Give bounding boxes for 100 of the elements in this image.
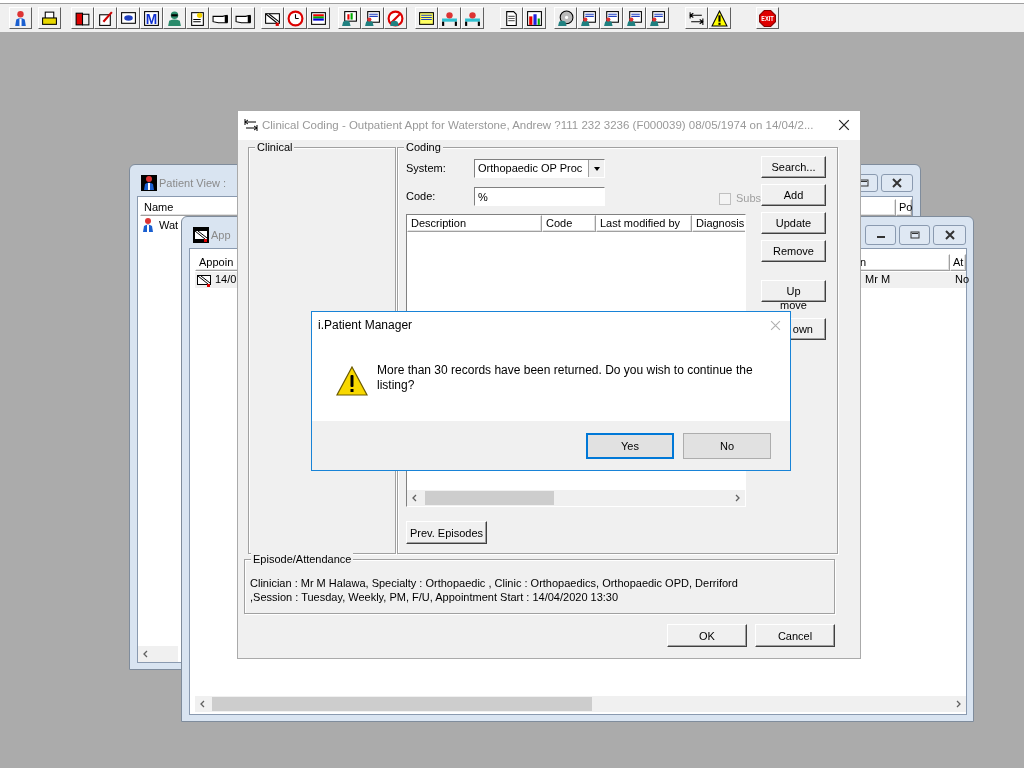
episode-details: Clinician : Mr M Halawa, Specialty : Orthopaedic , Clinic : Orthopaedics, Orthopaedic OPD, Derriford [250,576,738,590]
monitor-button[interactable] [307,7,330,29]
system-dropdown[interactable]: Orthopaedic OP Proc [474,159,605,178]
side-button[interactable]: Remove [761,240,826,262]
scroll-left-icon [142,650,150,658]
form-button[interactable] [361,7,384,29]
book-button[interactable] [71,7,94,29]
form-icon [580,9,597,27]
form-button[interactable] [646,7,669,29]
scroll-thumb[interactable] [212,697,592,711]
form-icon [603,9,620,27]
monitor-icon [310,9,327,27]
maximize-icon [908,230,921,240]
screen-button[interactable] [117,7,140,29]
scroll-thumb[interactable] [425,491,554,505]
form-button[interactable] [623,7,646,29]
sticky-note-icon [418,9,435,27]
horizontal-scrollbar[interactable] [138,646,178,662]
person-button[interactable] [9,7,32,29]
column-header[interactable]: Description [407,215,542,232]
bed-button[interactable] [438,7,461,29]
maximize-icon [858,178,870,188]
bed-icon [464,9,481,27]
ok-button[interactable]: OK [667,624,747,647]
no-entry-icon [387,9,404,27]
column-header[interactable]: Last modified by [596,215,692,232]
group-label: Episode/Attendance [251,553,354,566]
field-label: System: [406,162,446,174]
caret-icon [592,164,601,173]
printer-button[interactable] [38,7,61,29]
note-button[interactable] [186,7,209,29]
person-icon [140,217,156,233]
scroll-left-icon [199,700,207,708]
disc-button[interactable] [554,7,577,29]
printer-icon [41,9,58,27]
disc-icon [557,9,574,27]
warning-icon [336,366,368,396]
screen-icon [120,9,137,27]
document-icon [503,9,520,27]
horizontal-scrollbar[interactable] [195,696,966,712]
warning-icon [711,9,728,27]
scroll-right-icon [954,700,962,708]
group-label: Clinical [255,141,295,154]
scroll-left-icon [411,494,419,502]
side-button[interactable]: Up [761,280,826,302]
window-title: App [211,229,231,241]
envelope-button[interactable] [261,7,284,29]
arrows-button[interactable] [685,7,708,29]
close-button[interactable] [933,225,966,245]
no-entry-button[interactable] [384,7,407,29]
dialog-title: Clinical Coding - Outpatient Appt for Waterstone, Andrew ?111 232 3236 (F000039) 08/05/1974 on 14/04/2... [262,119,814,131]
horizontal-scrollbar[interactable] [407,490,745,506]
bar-chart-icon [526,9,543,27]
bed-button[interactable] [461,7,484,29]
episode-details: ,Session : Tuesday, Weekly, PM, F/U, Appointment Start : 14/04/2020 13:30 [250,590,620,604]
person-icon [141,175,157,191]
prev-episodes-button[interactable]: Prev. Episodes [406,521,487,544]
table-cell: Mr M [865,273,891,285]
dialog-button[interactable]: No [683,432,771,459]
column-header[interactable]: Code [542,215,596,232]
chart-screen-button[interactable] [338,7,361,29]
code-field[interactable]: % [474,187,605,206]
close-icon[interactable] [838,119,850,131]
notepad-button[interactable] [94,7,117,29]
table-cell: No [955,273,970,285]
arrows-icon [688,9,705,27]
patient-name[interactable]: Wat [159,219,179,231]
move-label: move [779,299,808,311]
group-label: Coding [404,141,443,154]
column-header[interactable]: At [950,254,966,271]
doctor-icon [166,9,183,27]
form-button[interactable] [600,7,623,29]
message-text: More than 30 records have been returned. Do you wish to continue the listing? [377,363,754,393]
minimize-button[interactable] [865,225,896,245]
doctor-button[interactable] [163,7,186,29]
person-icon [12,9,29,27]
close-icon [943,230,956,240]
clock-icon [287,9,304,27]
table-cell: 14/0 [215,273,237,285]
form-icon [626,9,643,27]
close-button[interactable] [881,174,913,192]
cancel-button[interactable]: Cancel [755,624,835,647]
form-button[interactable] [577,7,600,29]
chart-screen-icon [341,9,358,27]
envelope-icon [196,272,212,288]
side-button[interactable]: Search... [761,156,826,178]
dialog-button[interactable]: Yes [586,432,674,459]
clock-button[interactable] [284,7,307,29]
form-icon [649,9,666,27]
note-icon [189,9,206,27]
warning-button[interactable] [708,7,731,29]
side-button[interactable]: Add [761,184,826,206]
column-header[interactable]: Po [896,199,912,216]
bar-chart-button[interactable] [523,7,546,29]
field-label: Code: [406,190,436,202]
side-button[interactable]: Update [761,212,826,234]
document-button[interactable] [500,7,523,29]
close-icon [891,178,903,188]
checkbox-label: Subs [736,192,762,204]
sticky-note-button[interactable] [415,7,438,29]
